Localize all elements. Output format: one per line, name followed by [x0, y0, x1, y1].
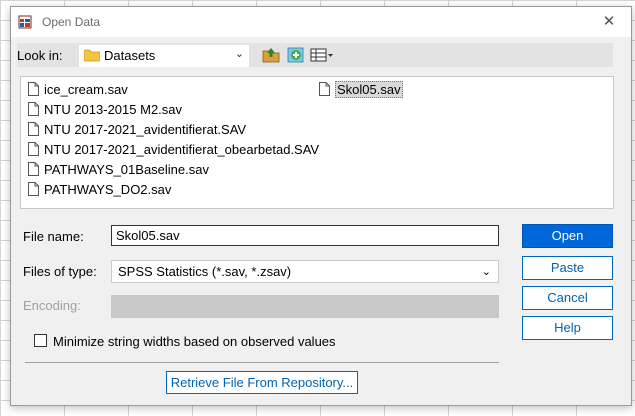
open-data-dialog: Open Data ✕ Look in: Datasets ⌄ ice_crea… — [10, 6, 632, 406]
file-name: NTU 2017-2021_avidentifierat.SAV — [44, 122, 247, 137]
retrieve-from-repository-button[interactable]: Retrieve File From Repository... — [166, 371, 358, 394]
document-icon — [28, 82, 39, 96]
spss-app-icon — [18, 15, 32, 29]
document-icon — [28, 122, 39, 136]
document-icon — [28, 142, 39, 156]
document-icon — [28, 182, 39, 196]
file-item-selected[interactable]: Skol05.sav — [319, 80, 403, 99]
file-name: PATHWAYS_DO2.sav — [44, 182, 172, 197]
help-button-label: Help — [554, 320, 581, 335]
file-name-input[interactable] — [111, 225, 499, 246]
cancel-button[interactable]: Cancel — [522, 286, 613, 310]
new-folder-button[interactable] — [286, 45, 306, 65]
up-folder-icon — [262, 48, 280, 63]
document-icon — [28, 102, 39, 116]
up-folder-button[interactable] — [261, 45, 281, 65]
file-item[interactable]: PATHWAYS_DO2.sav — [28, 180, 171, 199]
files-of-type-value: SPSS Statistics (*.sav, *.zsav) — [118, 264, 292, 279]
retrieve-label: Retrieve File From Repository... — [170, 375, 354, 390]
title-bar: Open Data ✕ — [11, 7, 631, 37]
file-name: NTU 2017-2021_avidentifierat_obearbetad.… — [44, 142, 320, 157]
window-title: Open Data — [42, 15, 101, 29]
view-menu-icon — [310, 48, 333, 62]
file-name: PATHWAYS_01Baseline.sav — [44, 162, 209, 177]
file-list[interactable]: ice_cream.sav NTU 2013-2015 M2.sav NTU 2… — [20, 76, 614, 209]
open-button-label: Open — [551, 228, 584, 243]
encoding-select — [111, 295, 499, 318]
paste-button-label: Paste — [550, 260, 585, 275]
file-item[interactable]: ice_cream.sav — [28, 80, 128, 99]
file-name-label: File name: — [23, 229, 84, 244]
file-name: Skol05.sav — [335, 81, 403, 98]
new-folder-icon — [287, 47, 304, 63]
files-of-type-select[interactable]: SPSS Statistics (*.sav, *.zsav) ⌄ — [111, 260, 499, 283]
divider — [25, 362, 499, 363]
file-item[interactable]: NTU 2017-2021_avidentifierat.SAV — [28, 120, 246, 139]
file-item[interactable]: NTU 2013-2015 M2.sav — [28, 100, 182, 119]
close-icon: ✕ — [602, 13, 616, 30]
encoding-label: Encoding: — [23, 298, 81, 313]
file-name: NTU 2013-2015 M2.sav — [44, 102, 183, 117]
open-button[interactable]: Open — [522, 224, 613, 248]
minimize-string-widths-checkbox[interactable] — [34, 334, 47, 347]
file-item[interactable]: NTU 2017-2021_avidentifierat_obearbetad.… — [28, 140, 319, 159]
document-icon — [319, 82, 330, 96]
files-of-type-label: Files of type: — [23, 264, 97, 279]
document-icon — [28, 162, 39, 176]
file-item[interactable]: PATHWAYS_01Baseline.sav — [28, 160, 209, 179]
look-in-dropdown[interactable]: Datasets ⌄ — [79, 45, 249, 67]
look-in-label: Look in: — [17, 48, 63, 63]
close-button[interactable]: ✕ — [597, 11, 621, 33]
file-name: ice_cream.sav — [44, 82, 128, 97]
cancel-button-label: Cancel — [547, 290, 588, 305]
chevron-down-icon: ⌄ — [234, 48, 244, 60]
chevron-down-icon: ⌄ — [481, 266, 491, 278]
view-menu-button[interactable] — [309, 45, 335, 65]
help-button[interactable]: Help — [522, 316, 613, 340]
folder-icon — [84, 49, 100, 62]
minimize-string-widths-label: Minimize string widths based on observed… — [53, 334, 336, 349]
look-in-value: Datasets — [104, 48, 156, 63]
paste-button[interactable]: Paste — [522, 256, 613, 280]
